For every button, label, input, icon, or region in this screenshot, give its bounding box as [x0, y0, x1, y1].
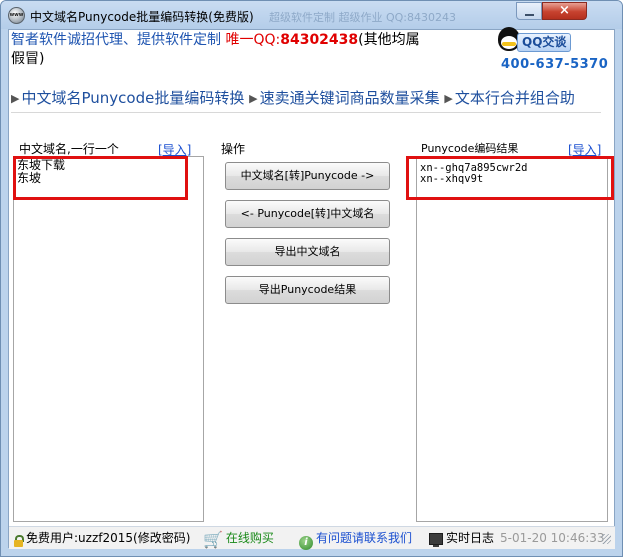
ad-qq-number: 84302438	[280, 32, 359, 48]
app-globe-icon: www	[8, 7, 25, 24]
convert-to-chinese-button[interactable]: <- Punycode[转]中文域名	[225, 200, 390, 228]
ad-text-blue: 智者软件诚招代理、提供软件定制	[11, 32, 226, 48]
export-punycode-button[interactable]: 导出Punycode结果	[225, 276, 390, 304]
left-panel-header: 中文域名,一行一个	[19, 142, 119, 156]
triangle-right-icon: ▶	[11, 92, 20, 105]
right-panel-header: Punycode编码结果	[421, 142, 519, 155]
window-title: 中文域名Punycode批量编码转换(免费版)	[30, 10, 254, 24]
status-bar: 免费用户:uzzf2015(修改密码) 🛒 在线购买 i 有问题请联系我们 实时日志…	[9, 526, 615, 550]
realtime-log-button[interactable]: 实时日志	[429, 527, 494, 549]
triangle-right-icon: ▶	[249, 92, 258, 105]
chinese-domain-textarea[interactable]: 东坡下载 东坡	[13, 156, 204, 522]
nav-item-aliexpress[interactable]: ▶ 速卖通关键词商品数量采集	[249, 88, 439, 109]
resize-grip[interactable]	[601, 534, 611, 544]
contact-us-link[interactable]: i 有问题请联系我们	[299, 527, 412, 550]
nav-item-text-merge[interactable]: ▶ 文本行合并组合助	[444, 88, 574, 109]
user-status-label: 免费用户:uzzf2015(修改密码)	[26, 531, 191, 545]
title-bar[interactable]: www 中文域名Punycode批量编码转换(免费版) 超级软件定制 超级作业 …	[1, 1, 622, 29]
tool-nav-bar: ▶ 中文域名Punycode批量编码转换 ▶ 速卖通关键词商品数量采集 ▶ 文本行合并…	[11, 88, 601, 113]
export-chinese-domains-button[interactable]: 导出中文域名	[225, 238, 390, 266]
buy-online-label: 在线购买	[225, 531, 274, 545]
nav-item-label: 速卖通关键词商品数量采集	[259, 89, 440, 107]
ad-text-red: 唯一QQ:	[225, 32, 281, 48]
nav-item-punycode[interactable]: ▶ 中文域名Punycode批量编码转换	[11, 88, 244, 109]
user-status[interactable]: 免费用户:uzzf2015(修改密码)	[14, 527, 190, 549]
nav-item-label: 文本行合并组合助	[454, 89, 575, 107]
highlight-box-left	[13, 156, 188, 200]
app-window: www 中文域名Punycode批量编码转换(免费版) 超级软件定制 超级作业 …	[0, 0, 623, 557]
lock-icon	[14, 535, 24, 547]
status-timestamp: 5-01-20 10:46:33	[500, 531, 605, 545]
convert-to-punycode-button[interactable]: 中文域名[转]Punycode ->	[225, 162, 390, 190]
info-icon: i	[299, 536, 313, 550]
cart-icon: 🛒	[203, 530, 223, 549]
background-window-title-ghost: 超级软件定制 超级作业 QQ:8430243	[269, 11, 457, 24]
phone-number: 400-637-5370	[501, 57, 609, 72]
qq-chat-label: QQ交谈	[517, 33, 572, 52]
ad-banner-text: 智者软件诚招代理、提供软件定制 唯一QQ:84302438(其他均属假冒)	[11, 31, 431, 69]
nav-item-label: 中文域名Punycode批量编码转换	[21, 89, 245, 107]
realtime-log-label: 实时日志	[446, 531, 495, 545]
punycode-result-textarea[interactable]: xn--ghq7a895cwr2d xn--xhqv9t	[416, 156, 608, 522]
triangle-right-icon: ▶	[444, 92, 453, 105]
monitor-icon	[429, 533, 443, 547]
close-button[interactable]: ×	[542, 2, 587, 20]
minimize-button[interactable]	[516, 2, 542, 20]
operations-panel	[218, 141, 400, 521]
contact-us-label: 有问题请联系我们	[316, 531, 413, 545]
buy-online-link[interactable]: 🛒 在线购买	[203, 527, 274, 549]
highlight-box-right	[406, 156, 614, 200]
qq-chat-button[interactable]: QQ交谈	[498, 27, 578, 55]
ops-panel-header: 操作	[221, 142, 246, 156]
